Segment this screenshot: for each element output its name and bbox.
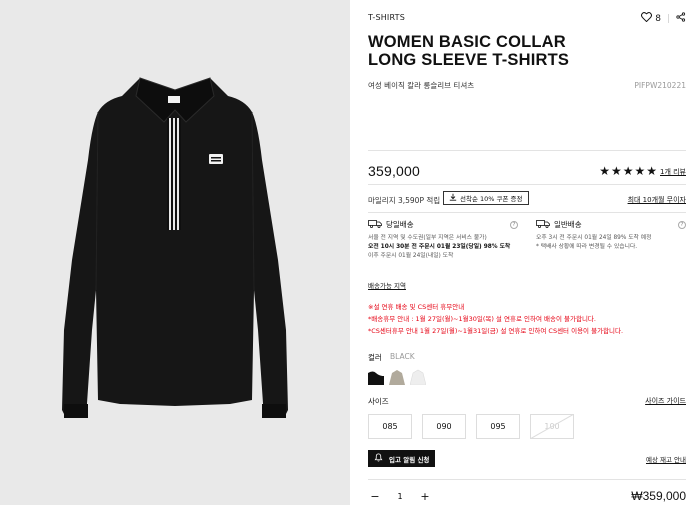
same-day-line: 이후 주문시 01월 24일(내일) 도착	[368, 253, 454, 259]
help-icon[interactable]: ?	[510, 220, 518, 229]
same-day-line: 서울 전 지역 및 수도권(일부 지역은 서비스 불가)	[368, 235, 487, 241]
rating-stars: ★★★★★	[599, 164, 658, 178]
divider	[368, 150, 686, 151]
size-option-090[interactable]: 090	[422, 414, 466, 439]
divider	[368, 479, 686, 480]
general-shipping: 일반배송 ? 오후 3시 전 주문시 01월 24일 89% 도착 예정 * 택…	[536, 219, 686, 252]
wishlist-count: 8	[655, 13, 661, 24]
same-day-title: 당일배송	[386, 220, 414, 229]
quantity-increase-button[interactable]: +	[418, 490, 432, 503]
review-link[interactable]: 1개 리뷰	[660, 167, 686, 177]
top-actions: 8 |	[641, 12, 686, 25]
divider	[368, 184, 686, 185]
size-guide-link[interactable]: 사이즈 가이드	[645, 396, 686, 406]
installment-link[interactable]: 최대 10개월 무이자	[628, 195, 686, 205]
general-title: 일반배송	[554, 220, 582, 229]
sold-out-strike	[530, 414, 574, 439]
truck-icon	[536, 219, 550, 230]
restock-button-label: 입고 알림 신청	[389, 455, 430, 464]
size-label: 사이즈	[368, 397, 389, 406]
category-label[interactable]: T-SHIRTS	[368, 13, 405, 22]
product-price: 359,000	[368, 163, 421, 179]
color-selected: BLACK	[390, 352, 415, 361]
expected-stock-link[interactable]: 예상 재고 안내	[646, 454, 686, 464]
color-swatch-black[interactable]	[368, 369, 384, 385]
mileage-text: 마일리지 3,590P 적립	[368, 196, 441, 205]
color-swatch-beige[interactable]	[389, 369, 405, 385]
product-title: WOMEN BASIC COLLAR LONG SLEEVE T-SHIRTS	[368, 33, 628, 69]
swatch-shape	[389, 370, 405, 385]
quantity-input[interactable]	[382, 492, 418, 501]
coupon-button-label: 선착순 10% 쿠폰 증정	[460, 195, 523, 203]
product-image[interactable]	[0, 0, 350, 505]
quantity-stepper: − +	[368, 490, 432, 503]
quantity-decrease-button[interactable]: −	[368, 490, 382, 503]
wishlist-button[interactable]: 8	[641, 12, 661, 25]
delivery-area-link[interactable]: 배송가능 지역	[368, 280, 406, 290]
size-option-100-soldout[interactable]: 100	[530, 414, 574, 439]
restock-alert-button[interactable]: 입고 알림 신청	[368, 450, 436, 467]
share-icon[interactable]	[676, 12, 686, 25]
same-day-line: 오전 10시 30분 전 주문시 01월 23일(당일) 98% 도착	[368, 244, 511, 250]
general-line: 오후 3시 전 주문시 01월 24일 89% 도착 예정	[536, 235, 652, 241]
general-line: * 택배사 상황에 따라 변경될 수 있습니다.	[536, 244, 638, 250]
product-code: PIFPW210221	[634, 81, 686, 90]
notice-line: *CS센터휴무 안내 1월 27일(월)~1월31일(금) 설 연휴로 인하여 …	[368, 327, 624, 335]
total-price: ₩359,000	[631, 489, 686, 503]
product-info-panel: T-SHIRTS 8 | WOMEN BASIC COLLAR LONG SLE…	[368, 0, 686, 505]
help-icon[interactable]: ?	[678, 220, 686, 229]
swatch-shape	[409, 369, 427, 386]
divider	[368, 212, 686, 213]
notice-line: ※설 연휴 배송 및 CS센터 휴무안내	[368, 303, 465, 311]
shirt-illustration	[62, 77, 288, 418]
holiday-notice: ※설 연휴 배송 및 CS센터 휴무안내 *배송휴무 안내 : 1월 27일(월…	[368, 301, 623, 337]
coupon-button[interactable]: 선착순 10% 쿠폰 증정	[443, 191, 529, 205]
color-swatch-white[interactable]	[409, 369, 427, 386]
product-title-line1: WOMEN BASIC COLLAR	[368, 33, 566, 51]
swatch-shape	[368, 371, 384, 385]
heart-icon	[641, 12, 653, 25]
notice-line: *배송휴무 안내 : 1월 27일(월)~1월30일(목) 설 연휴로 인하여 …	[368, 315, 596, 323]
size-option-095[interactable]: 095	[476, 414, 520, 439]
download-icon	[449, 193, 457, 203]
bell-icon	[374, 453, 383, 464]
truck-icon	[368, 219, 382, 230]
size-option-085[interactable]: 085	[368, 414, 412, 439]
product-title-line2: LONG SLEEVE T-SHIRTS	[368, 51, 570, 69]
color-label: 컬러	[368, 353, 382, 362]
product-korean-name: 여성 베이직 칼라 롱슬리브 티셔츠	[368, 81, 475, 90]
same-day-shipping: 당일배송 ? 서울 전 지역 및 수도권(일부 지역은 서비스 불가) 오전 1…	[368, 219, 518, 261]
